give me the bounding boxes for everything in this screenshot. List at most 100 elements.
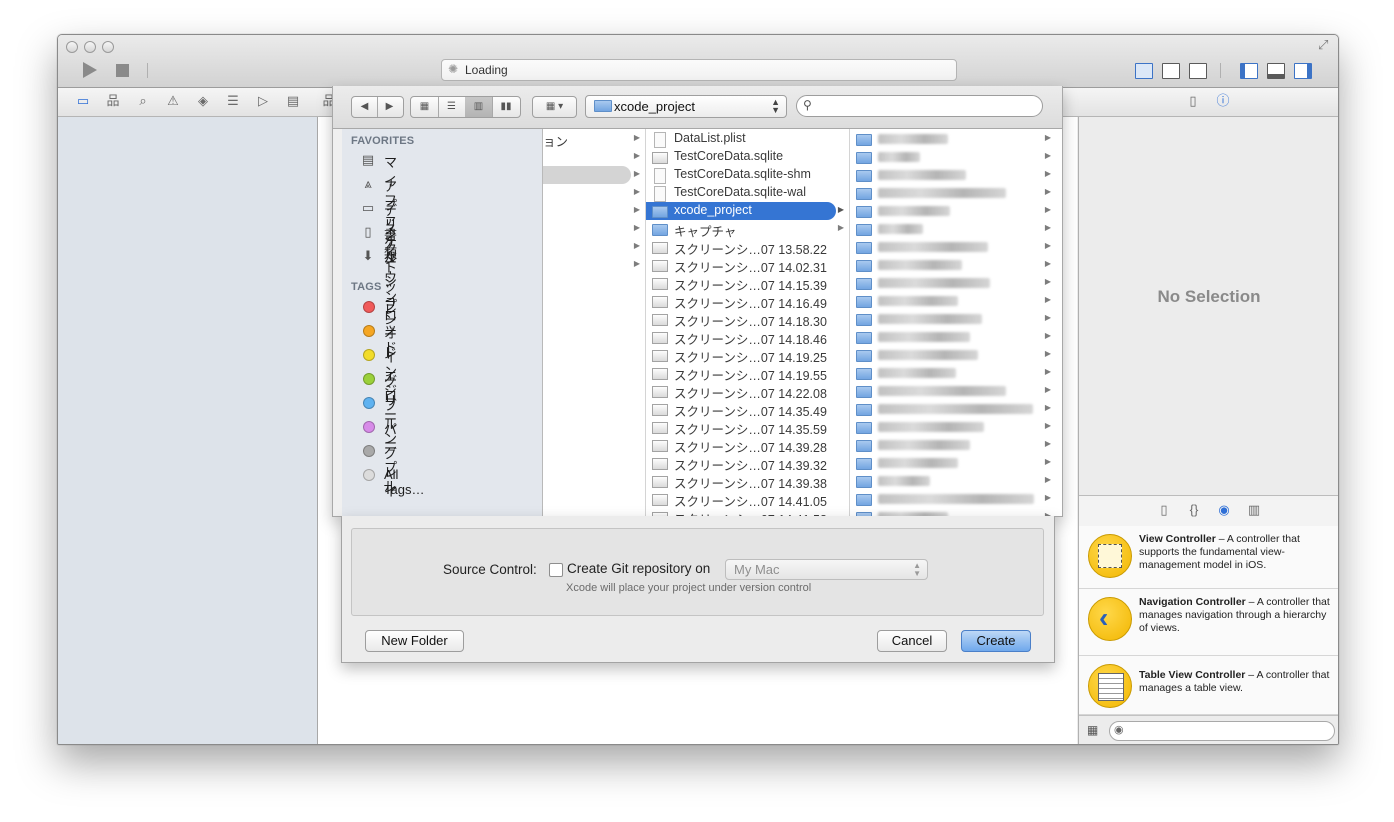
- list-item[interactable]: スクリーンシ…07 14.35.59: [646, 418, 849, 437]
- list-item[interactable]: スクリーンシ…07 14.39.28: [646, 436, 849, 455]
- create-git-repo-checkbox[interactable]: [549, 563, 563, 577]
- list-item[interactable]: スクリーンシ…07 14.15.39: [646, 274, 849, 293]
- cover-flow-icon[interactable]: ▮▮: [492, 97, 520, 117]
- file-inspector-icon[interactable]: ▯: [1184, 94, 1202, 108]
- cancel-button[interactable]: Cancel: [877, 630, 947, 652]
- list-item[interactable]: ▶: [850, 238, 1056, 256]
- version-editor-button[interactable]: [1189, 63, 1207, 79]
- activity-status: Loading: [465, 63, 508, 77]
- run-button[interactable]: [82, 62, 98, 78]
- toggle-utilities-button[interactable]: [1294, 63, 1312, 79]
- library-item-table-view-controller[interactable]: Table View Controller – A controller tha…: [1079, 656, 1338, 715]
- library-filter-field[interactable]: ◉: [1109, 721, 1335, 741]
- list-item[interactable]: スクリーンシ…07 14.19.25: [646, 346, 849, 365]
- fullscreen-icon[interactable]: ⤢: [1318, 37, 1328, 53]
- column-view-icon[interactable]: ▥: [465, 97, 493, 117]
- list-item[interactable]: DataList.plist: [646, 130, 849, 148]
- code-snippet-library-icon[interactable]: {}: [1185, 503, 1203, 517]
- issue-navigator-icon[interactable]: ⚠: [164, 94, 182, 108]
- breakpoint-navigator-icon[interactable]: ▷: [254, 94, 272, 108]
- stop-button[interactable]: [116, 64, 129, 77]
- folder-icon: [856, 404, 872, 416]
- list-item[interactable]: スクリーンシ…07 14.16.49: [646, 292, 849, 311]
- list-item[interactable]: ▶: [850, 400, 1056, 418]
- grid-view-icon[interactable]: ▦: [1087, 723, 1098, 737]
- list-item[interactable]: スクリーンシ…07 14.18.30: [646, 310, 849, 329]
- selected-list-item[interactable]: xcode_project ▶: [646, 202, 844, 220]
- list-item[interactable]: スクリーンシ…07 14.35.49: [646, 400, 849, 419]
- arrange-button[interactable]: ▦ ▾: [532, 96, 577, 118]
- list-item[interactable]: ▶: [850, 490, 1056, 508]
- list-item[interactable]: ▶: [850, 184, 1056, 202]
- list-item[interactable]: ▶: [850, 382, 1056, 400]
- list-item[interactable]: ▶: [850, 292, 1056, 310]
- search-field[interactable]: ⚲: [796, 95, 1043, 117]
- new-folder-button[interactable]: New Folder: [365, 630, 464, 652]
- toggle-navigator-button[interactable]: [1240, 63, 1258, 79]
- list-item[interactable]: スクリーンシ…07 14.22.08: [646, 382, 849, 401]
- library-item-view-controller[interactable]: View Controller – A controller that supp…: [1079, 526, 1338, 589]
- list-item[interactable]: ▶: [850, 274, 1056, 292]
- list-item[interactable]: スクリーンシ…07 13.58.22: [646, 238, 849, 257]
- symbol-navigator-icon[interactable]: 品: [104, 94, 122, 108]
- assistant-editor-button[interactable]: [1162, 63, 1180, 79]
- list-item[interactable]: ▶: [850, 418, 1056, 436]
- file-template-library-icon[interactable]: ▯: [1155, 503, 1173, 517]
- project-navigator-icon[interactable]: ▭: [74, 94, 92, 108]
- selected-parent-row[interactable]: [543, 166, 631, 184]
- close-window-button[interactable]: [66, 41, 78, 53]
- list-item[interactable]: ▶: [850, 148, 1056, 166]
- list-item[interactable]: TestCoreData.sqlite-wal: [646, 184, 849, 202]
- list-item[interactable]: ▶: [850, 220, 1056, 238]
- media-library-icon[interactable]: ▥: [1245, 503, 1263, 517]
- list-item[interactable]: スクリーンシ…07 14.18.46: [646, 328, 849, 347]
- list-item[interactable]: ▶: [850, 364, 1056, 382]
- window-toolbar: ⤢ ✺ Loading: [58, 35, 1338, 88]
- list-item[interactable]: ョン ▶: [543, 130, 645, 149]
- list-item[interactable]: ▶: [850, 256, 1056, 274]
- list-item[interactable]: ▶: [850, 130, 1056, 148]
- list-item[interactable]: スクリーンシ…07 14.39.38: [646, 472, 849, 491]
- list-item[interactable]: ▶: [850, 202, 1056, 220]
- icon-view-icon[interactable]: ▦: [411, 97, 439, 117]
- list-view-icon[interactable]: ☰: [438, 97, 466, 117]
- object-library-icon[interactable]: ◉: [1215, 503, 1233, 517]
- list-item[interactable]: スクリーンシ…07 14.02.31: [646, 256, 849, 275]
- test-navigator-icon[interactable]: ◈: [194, 94, 212, 108]
- list-item[interactable]: キャプチャ ▶: [646, 220, 849, 239]
- library-item-navigation-controller[interactable]: ‹ Navigation Controller – A controller t…: [1079, 589, 1338, 656]
- toggle-debug-area-button[interactable]: [1267, 63, 1285, 79]
- disclosure-arrow-icon: ▶: [633, 187, 640, 196]
- list-item[interactable]: ▶: [850, 508, 1056, 516]
- location-popup[interactable]: xcode_project ▲ ▼: [585, 95, 787, 118]
- image-file-icon: [652, 332, 668, 344]
- debug-navigator-icon[interactable]: ☰: [224, 94, 242, 108]
- list-item[interactable]: TestCoreData.sqlite-shm: [646, 166, 849, 184]
- create-button[interactable]: Create: [961, 630, 1031, 652]
- standard-editor-button[interactable]: [1135, 63, 1153, 79]
- list-item[interactable]: ▶: [850, 310, 1056, 328]
- list-item[interactable]: ▶: [850, 328, 1056, 346]
- list-item[interactable]: ▶: [850, 166, 1056, 184]
- minimize-window-button[interactable]: [84, 41, 96, 53]
- list-item[interactable]: スクリーンシ…07 14.39.32: [646, 454, 849, 473]
- git-target-popup[interactable]: My Mac ▲ ▼: [725, 559, 928, 580]
- forward-button[interactable]: ▶: [377, 97, 402, 117]
- list-item[interactable]: スクリーンシ…07 14.41.58: [646, 508, 849, 516]
- create-git-repo-label[interactable]: Create Git repository on: [567, 561, 710, 576]
- find-navigator-icon[interactable]: ⌕: [134, 94, 152, 108]
- list-item[interactable]: ▶: [850, 454, 1056, 472]
- folder-icon: [652, 206, 668, 218]
- log-navigator-icon[interactable]: ▤: [284, 94, 302, 108]
- list-item[interactable]: スクリーンシ…07 14.41.05: [646, 490, 849, 509]
- list-item[interactable]: ▶: [850, 436, 1056, 454]
- disclosure-arrow-icon: ▶: [1044, 475, 1051, 484]
- quick-help-icon[interactable]: ⓘ: [1214, 94, 1232, 108]
- zoom-window-button[interactable]: [102, 41, 114, 53]
- list-item[interactable]: ▶: [850, 472, 1056, 490]
- list-item[interactable]: TestCoreData.sqlite: [646, 148, 849, 166]
- list-item[interactable]: ▶: [850, 346, 1056, 364]
- list-item[interactable]: スクリーンシ…07 14.19.55: [646, 364, 849, 383]
- back-button[interactable]: ◀: [352, 97, 378, 117]
- obscured-name: [878, 368, 956, 378]
